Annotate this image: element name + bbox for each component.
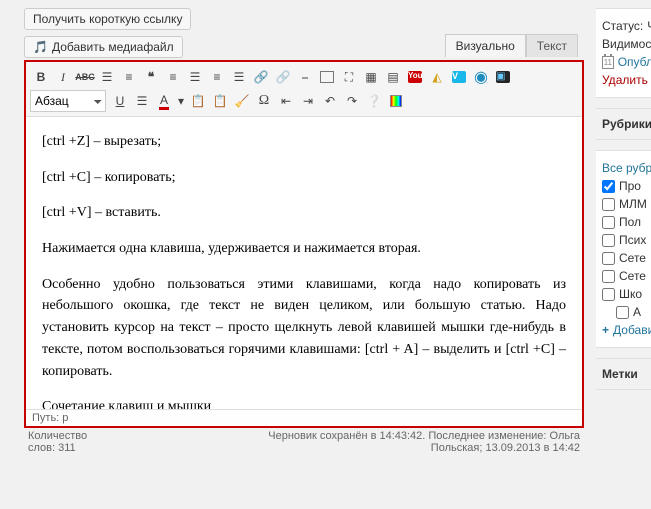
add-category-link[interactable]: Добави [613,323,651,337]
special-char-button[interactable]: Ω [253,90,275,112]
indent-button[interactable]: ⇥ [297,90,319,112]
redo-button[interactable]: ↷ [341,90,363,112]
word-count-label: Количество [28,430,87,442]
vimeo-button[interactable]: V [448,66,470,88]
color-picker-button[interactable] [385,90,407,112]
share-button[interactable]: ◉ [470,66,492,88]
path-bar: Путь: p [26,409,582,426]
p3a: [ctrl +V] [42,205,92,220]
publish-link[interactable]: Опубл [618,55,651,69]
align-right-button[interactable]: ≡ [206,66,228,88]
delete-link[interactable]: Удалить [602,73,648,87]
gallery-button[interactable]: ▦ [360,66,382,88]
cat-checkbox-1[interactable] [602,198,615,211]
numbered-list-button[interactable]: ≡ [118,66,140,88]
editor-content[interactable]: [ctrl +Z] – вырезать; [ctrl +C] – копиро… [26,117,582,409]
cat-checkbox-6[interactable] [602,288,615,301]
blockquote-button[interactable]: ❝ [140,66,162,88]
p5: Особенно удобно пользоваться этими клави… [42,274,566,382]
rubrics-header: Рубрики [596,108,651,140]
paste-text-button[interactable]: 📋 [187,90,209,112]
text-color-dropdown[interactable]: ▾ [175,90,187,112]
all-rubrics-link[interactable]: Все рубр [602,161,651,175]
cat-label-4: Сете [619,251,646,265]
undo-button[interactable]: ↶ [319,90,341,112]
italic-button[interactable]: I [52,66,74,88]
status-row: Количество слов: 311 Черновик сохранён в… [24,428,584,454]
cat-sub-checkbox[interactable] [616,306,629,319]
cat-checkbox-0[interactable] [602,180,615,193]
add-media-button[interactable]: 🎵 Добавить медиафайл [24,36,183,58]
insert-more-button[interactable]: ⎯ [294,66,316,88]
get-shortlink-button[interactable]: Получить короткую ссылку [24,8,191,30]
last-edit-text: Польская; 13.09.2013 в 14:42 [268,442,580,454]
outdent-button[interactable]: ⇤ [275,90,297,112]
fullscreen-button[interactable]: ⛶ [338,66,360,88]
align-justify-button[interactable]: ☰ [228,66,250,88]
status-value: Че [647,19,651,33]
draft-saved-text: Черновик сохранён в 14:43:42. Последнее … [268,430,580,442]
add-media-label: Добавить медиафайл [52,40,174,54]
calendar-icon: 11 [602,56,614,69]
p4: Нажимается одна клавиша, удерживается и … [42,238,566,260]
align-center-button[interactable]: ☰ [184,66,206,88]
p3b: – вставить. [92,205,161,220]
p6: Сочетание клавиш и мышки [42,396,566,409]
bold-button[interactable]: B [30,66,52,88]
format-select[interactable]: Абзац [30,90,106,112]
plus-icon: + [602,323,609,337]
cat-checkbox-2[interactable] [602,216,615,229]
cat-label-1: МЛМ [619,197,647,211]
underline-button[interactable]: U [109,90,131,112]
p2a: [ctrl +C] [42,170,91,185]
sidebar: Статус: Че Видимост 11 Опубл Удалить Руб… [596,8,651,400]
cat-label-3: Псих [619,233,646,247]
cat-checkbox-5[interactable] [602,270,615,283]
align-left-button[interactable]: ≡ [162,66,184,88]
youtube-button[interactable]: You [404,66,426,88]
shortlink-label: Получить короткую ссылку [33,12,182,26]
text-color-button[interactable]: A [153,90,175,112]
align-full-button[interactable]: ☰ [131,90,153,112]
p2b: – копировать; [91,170,176,185]
camera-music-icon: 🎵 [33,41,48,53]
bullet-list-button[interactable]: ☰ [96,66,118,88]
image-button[interactable] [316,66,338,88]
prezi-button[interactable]: ◭ [426,66,448,88]
tags-header: Метки [596,358,651,390]
paste-word-button[interactable]: 📋 [209,90,231,112]
editor-toolbar: B I ABC ☰ ≡ ❝ ≡ ☰ ≡ ☰ 🔗 🔗 ⎯ ⛶ ▦ ▤ You ◭ … [26,62,582,117]
cat-label-6: Шко [619,287,642,301]
editor-container: Визуально Текст B I ABC ☰ ≡ ❝ ≡ ☰ ≡ ☰ 🔗 … [24,60,584,428]
p1a: [ctrl +Z] [42,134,90,149]
word-count-value: слов: 311 [28,442,87,454]
cat-checkbox-4[interactable] [602,252,615,265]
cat-label-0: Про [619,179,641,193]
status-label: Статус: [602,19,643,33]
tab-text[interactable]: Текст [526,34,578,57]
help-button[interactable]: ❔ [363,90,385,112]
visibility-label: Видимост [602,37,651,51]
toggle-toolbar-button[interactable]: ▤ [382,66,404,88]
strikethrough-button[interactable]: ABC [74,66,96,88]
cat-label-2: Пол [619,215,641,229]
remove-link-button[interactable]: 🔗 [272,66,294,88]
tab-visual[interactable]: Визуально [445,34,526,57]
insert-link-button[interactable]: 🔗 [250,66,272,88]
cat-sub-label: А [633,305,641,319]
clear-formatting-button[interactable]: 🧹 [231,90,253,112]
p1b: – вырезать; [90,134,161,149]
plugin-button[interactable]: ▣ [492,66,514,88]
cat-checkbox-3[interactable] [602,234,615,247]
cat-label-5: Сете [619,269,646,283]
